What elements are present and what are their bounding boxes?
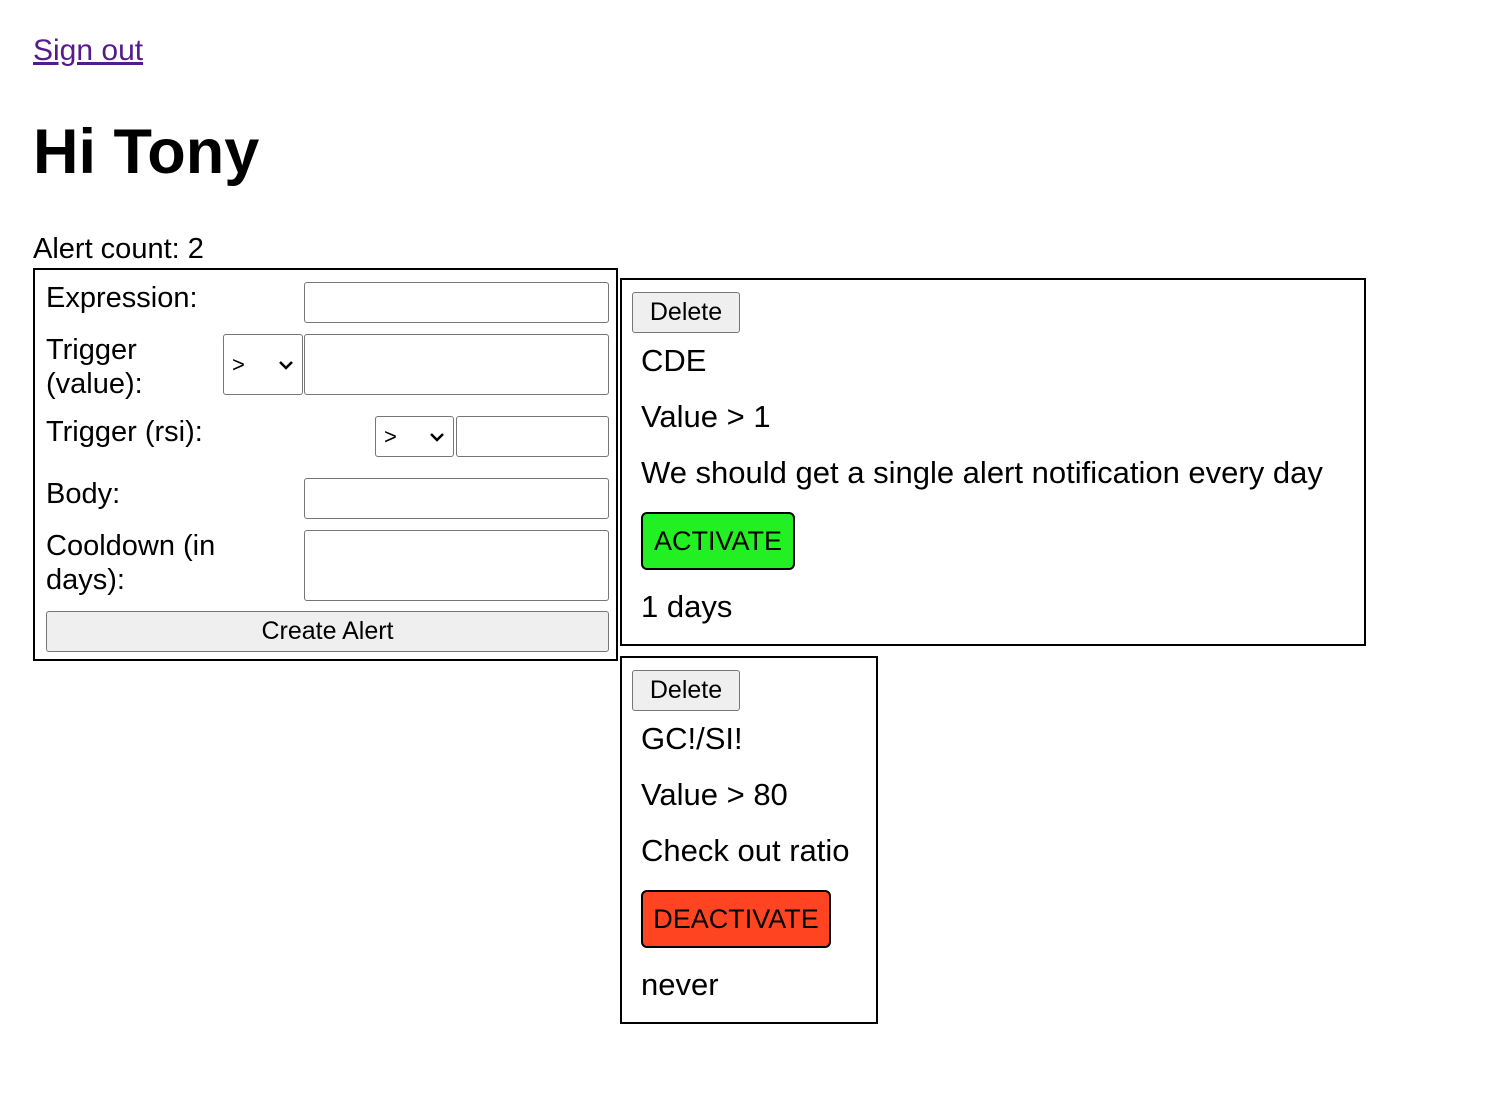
alert-body: Check out ratio xyxy=(641,833,850,868)
trigger-rsi-operator-select[interactable]: > xyxy=(375,416,454,457)
trigger-rsi-operator-value: > xyxy=(384,423,397,449)
trigger-value-operator-select[interactable]: > xyxy=(223,334,303,395)
chevron-down-icon xyxy=(279,360,293,370)
page: Sign out Hi Tony Alert count: 2 Expressi… xyxy=(0,0,1490,1114)
alert-condition: Value > 80 xyxy=(641,777,788,812)
create-alert-form: Expression: Trigger (value): > Trigger (… xyxy=(33,268,618,661)
alert-expression: GC!/SI! xyxy=(641,721,743,756)
trigger-rsi-input[interactable] xyxy=(456,416,609,457)
delete-button[interactable]: Delete xyxy=(632,670,740,711)
trigger-value-input[interactable] xyxy=(304,334,609,395)
alert-condition: Value > 1 xyxy=(641,399,771,434)
trigger-value-label-line2: (value): xyxy=(46,368,143,400)
body-label: Body: xyxy=(46,478,121,510)
create-alert-button[interactable]: Create Alert xyxy=(46,611,609,652)
alert-cooldown: 1 days xyxy=(641,589,733,624)
cooldown-label: Cooldown (in days): xyxy=(46,529,215,597)
expression-label: Expression: xyxy=(46,282,198,314)
cooldown-label-line1: Cooldown (in xyxy=(46,530,216,562)
trigger-value-operator-value: > xyxy=(232,351,245,377)
trigger-value-label-line1: Trigger xyxy=(46,334,137,366)
alert-expression: CDE xyxy=(641,343,707,378)
deactivate-button[interactable]: DEACTIVATE xyxy=(641,890,831,948)
trigger-rsi-label: Trigger (rsi): xyxy=(46,416,203,448)
page-title: Hi Tony xyxy=(33,117,260,187)
alert-card: Delete CDE Value > 1 We should get a sin… xyxy=(620,278,1366,646)
cooldown-input[interactable] xyxy=(304,530,609,601)
trigger-value-label: Trigger (value): xyxy=(46,333,143,401)
expression-input[interactable] xyxy=(304,282,609,323)
cooldown-label-line2: days): xyxy=(46,564,125,596)
alert-cooldown: never xyxy=(641,967,719,1002)
activate-button[interactable]: ACTIVATE xyxy=(641,512,795,570)
delete-button[interactable]: Delete xyxy=(632,292,740,333)
alert-count: Alert count: 2 xyxy=(33,233,204,265)
alert-card: Delete GC!/SI! Value > 80 Check out rati… xyxy=(620,656,878,1024)
chevron-down-icon xyxy=(430,432,444,442)
body-input[interactable] xyxy=(304,478,609,519)
alert-body: We should get a single alert notificatio… xyxy=(641,455,1323,490)
sign-out-link[interactable]: Sign out xyxy=(33,34,143,68)
